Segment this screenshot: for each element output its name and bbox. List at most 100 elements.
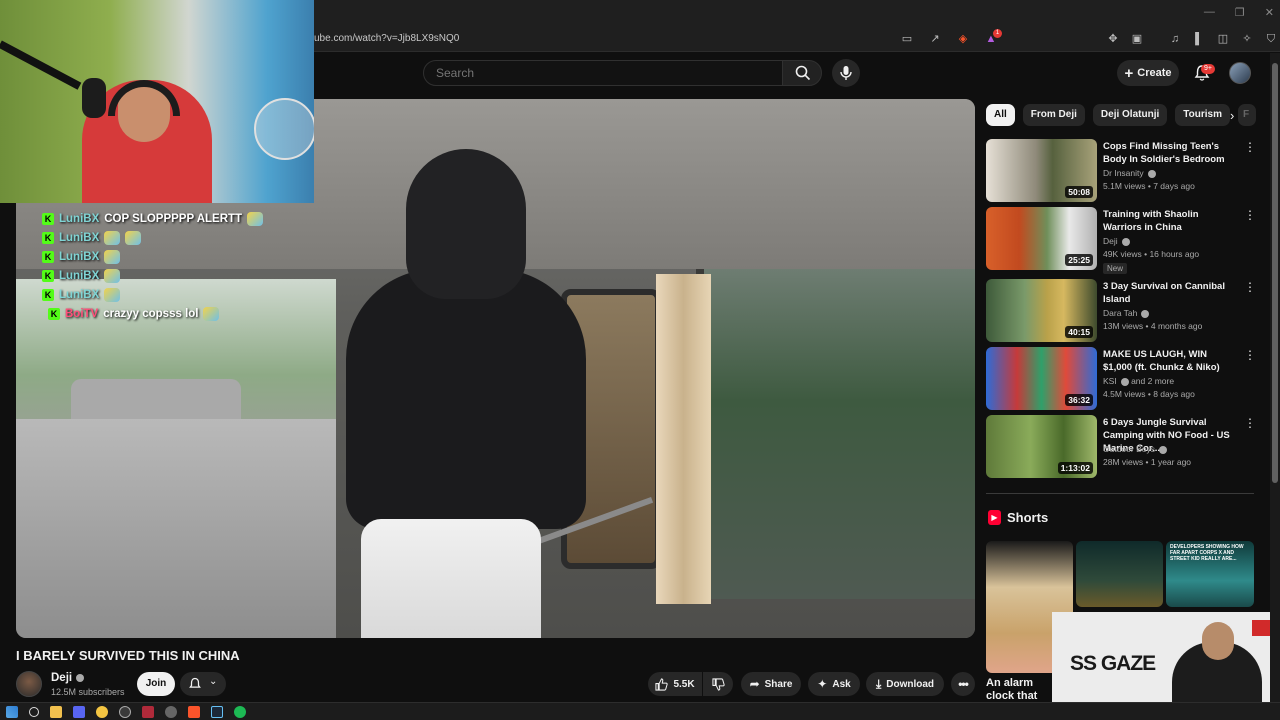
dislike-button[interactable] [703,672,733,696]
screenshot-icon[interactable]: ▣ [1130,32,1144,46]
recommendation-item[interactable]: 50:08 Cops Find Missing Teen's Body In S… [986,139,1256,203]
channel-name-text[interactable]: Deji [51,672,72,684]
recommendation-item[interactable]: 25:25 Training with Shaolin Warriors in … [986,207,1256,274]
vpn-icon[interactable]: ⛉ [1264,32,1278,46]
streamer-webcam [0,0,314,203]
download-button[interactable]: ⤓ Download [866,672,944,696]
recommendation-item[interactable]: 36:32 MAKE US LAUGH, WIN $1,000 (ft. Chu… [986,347,1256,411]
file-explorer-icon[interactable] [50,705,62,718]
discord-icon[interactable] [73,705,85,718]
video-thumbnail[interactable]: 25:25 [986,207,1097,270]
chip-deji-olatunji[interactable]: Deji Olatunji [1092,104,1168,126]
short-overlay-text: DEVELOPERS SHOWING HOW FAR APART CORPS X… [1170,544,1244,560]
like-button[interactable]: 5.5K [648,672,702,696]
rec-title[interactable]: Cops Find Missing Teen's Body In Soldier… [1103,140,1238,166]
subscriber-count: 12.5M subscribers [51,687,125,697]
search-box[interactable] [423,60,783,86]
kick-icon: K [42,212,54,225]
extensions-icon[interactable]: ✥ [1106,32,1120,46]
page-scrollbar[interactable] [1270,53,1280,703]
chip-all[interactable]: All [986,104,1015,126]
duration-badge: 36:32 [1065,394,1093,406]
short-thumbnail[interactable] [1076,541,1163,607]
chat-message: K LuniBX [42,247,292,266]
brave-rewards-icon[interactable]: ▲ 1 [984,29,1002,46]
channel-avatar[interactable] [16,671,42,697]
rec-title[interactable]: 3 Day Survival on Cannibal Island [1103,280,1238,306]
subscribe-bell-button[interactable]: ⌄ [180,672,226,696]
chrome-icon[interactable] [96,705,108,718]
bell-icon [189,677,201,688]
verified-icon [1158,445,1167,454]
chip-tourism[interactable]: Tourism [1175,104,1230,126]
recommendation-item[interactable]: 1:13:02 6 Days Jungle Survival Camping w… [986,415,1256,479]
chip-from-deji[interactable]: From Deji [1022,104,1085,126]
thumbs-down-icon [711,677,725,691]
rec-meta: 28M views • 1 year ago [1103,457,1192,467]
valorant-icon[interactable] [142,705,154,718]
kick-icon: K [42,269,54,282]
minimize-icon[interactable]: — [1204,6,1215,19]
chat-message: K LuniBX [42,266,292,285]
more-vertical-icon[interactable]: ⋮ [1244,281,1256,293]
settings-app-icon[interactable] [165,705,177,718]
duration-badge: 25:25 [1065,254,1093,266]
search-input[interactable] [424,61,782,85]
music-icon[interactable]: ♫ [1168,32,1182,46]
chat-username: LuniBX [59,269,100,282]
more-vertical-icon[interactable]: ⋮ [1244,141,1256,153]
video-thumbnail[interactable]: 36:32 [986,347,1097,410]
spotify-icon[interactable] [234,705,246,718]
sidebar-icon[interactable]: ▌ [1192,32,1206,46]
verified-icon [1120,377,1129,386]
create-button[interactable]: + Create [1117,60,1179,86]
chevron-right-icon[interactable]: › [1230,108,1246,124]
account-avatar[interactable] [1229,62,1251,84]
brave-shield-icon[interactable]: ◈ [956,32,970,46]
emote-icon [104,230,121,245]
obs-icon[interactable] [119,705,131,718]
more-vertical-icon[interactable]: ⋮ [1244,417,1256,429]
search-taskbar-icon[interactable] [29,706,39,717]
rec-title[interactable]: Training with Shaolin Warriors in China [1103,208,1238,234]
kick-icon: K [42,250,54,263]
search-button[interactable] [782,60,822,86]
rec-title[interactable]: MAKE US LAUGH, WIN $1,000 (ft. Chunkz & … [1103,348,1238,374]
video-thumbnail[interactable]: 40:15 [986,279,1097,342]
steam-icon[interactable] [211,705,223,718]
maximize-icon[interactable]: ❐ [1235,6,1245,19]
share-icon: ➦ [749,677,760,691]
rec-channel: Outdoor Boys [1103,444,1167,454]
more-vertical-icon[interactable]: ⋮ [1244,349,1256,361]
wallet-icon[interactable]: ◫ [1216,32,1230,46]
like-count: 5.5K [673,678,695,690]
chat-text: crazyy copsss lol [103,307,199,320]
brave-icon[interactable] [188,705,200,718]
leo-ai-icon[interactable]: ✧ [1240,32,1254,46]
join-button[interactable]: Join [137,672,175,696]
short-title[interactable]: An alarm clock that [986,677,1046,703]
verified-icon [76,673,85,682]
short-thumbnail[interactable]: DEVELOPERS SHOWING HOW FAR APART CORPS X… [1166,541,1254,607]
recommendation-item[interactable]: 40:15 3 Day Survival on Cannibal Island … [986,279,1256,343]
windows-start-icon[interactable] [6,705,18,718]
rec-meta: 49K views • 16 hours ago [1103,249,1200,259]
video-thumbnail[interactable]: 50:08 [986,139,1097,202]
share-button[interactable]: ➦ Share [741,672,801,696]
more-actions-button[interactable]: ••• [951,672,975,696]
taskbar [0,702,1280,720]
share-page-icon[interactable]: ↗ [928,32,942,46]
voice-search-button[interactable] [832,59,860,87]
scrollbar-thumb[interactable] [1272,63,1278,483]
url-text[interactable]: ube.com/watch?v=Jjb8LX9sNQ0 [314,33,459,44]
chat-username: LuniBX [59,250,100,263]
cast-icon[interactable]: ▭ [900,32,914,46]
search-icon [795,65,811,81]
channel-name[interactable]: Deji [51,672,85,684]
video-thumbnail[interactable]: 1:13:02 [986,415,1097,478]
chat-message: K LuniBX [42,228,292,247]
close-icon[interactable]: ✕ [1265,6,1274,19]
emote-icon [125,230,142,245]
ask-button[interactable]: ✦ Ask [808,672,860,696]
more-vertical-icon[interactable]: ⋮ [1244,209,1256,221]
